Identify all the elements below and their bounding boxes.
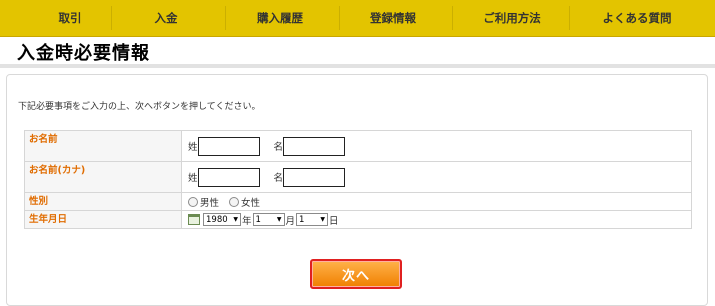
surname-input[interactable] [197, 136, 260, 156]
name-label: お名前 [24, 130, 182, 162]
female-radio[interactable] [229, 196, 240, 207]
kana-surname-input[interactable] [197, 167, 260, 187]
nav-divider [225, 6, 226, 30]
day-unit: 日 [329, 215, 339, 227]
nav-divider [452, 6, 453, 30]
table-row: 性別 男性 女性 [24, 192, 692, 211]
gender-option-male[interactable]: 男性 [188, 195, 219, 209]
entry-form-table: お名前 姓 名 お名前(カナ) 姓 名 性別 男性 女性 生年月日 1980 ▼… [24, 130, 692, 229]
top-navigation: 取引 入金 購入履歴 登録情報 ご利用方法 よくある質問 [0, 0, 715, 37]
nav-item-trade[interactable]: 取引 [42, 0, 98, 36]
year-unit: 年 [242, 215, 252, 227]
gender-option-female[interactable]: 女性 [229, 195, 260, 209]
surname-label: 姓 [188, 142, 198, 153]
instruction-text: 下記必要事項をご入力の上、次へボタンを押してください。 [18, 102, 261, 112]
nav-item-deposit[interactable]: 入金 [138, 0, 194, 36]
nav-item-how-to-use[interactable]: ご利用方法 [467, 0, 557, 36]
next-button[interactable]: 次へ [310, 259, 402, 289]
table-row: お名前 姓 名 [24, 130, 692, 162]
kana-name-label: お名前(カナ) [24, 161, 182, 193]
nav-item-registration-info[interactable]: 登録情報 [353, 0, 433, 36]
birth-month-select[interactable]: 1 ▼ [252, 213, 285, 226]
nav-item-faq[interactable]: よくある質問 [582, 0, 692, 36]
kana-surname-label: 姓 [188, 173, 198, 184]
male-radio[interactable] [188, 196, 198, 207]
month-unit: 月 [285, 215, 296, 227]
table-row: 生年月日 1980 ▼ 年 1 ▼ 月 1 ▼ 日 [24, 210, 692, 229]
nav-divider [111, 6, 112, 30]
title-divider [0, 64, 715, 68]
nav-item-purchase-history[interactable]: 購入履歴 [240, 0, 320, 36]
birth-year-select[interactable]: 1980 ▼ [203, 213, 241, 226]
calendar-icon[interactable] [188, 214, 200, 225]
gender-label: 性別 [24, 192, 182, 211]
kana-given-name-input[interactable] [283, 167, 346, 187]
table-row: お名前(カナ) 姓 名 [24, 161, 692, 193]
kana-given-name-label: 名 [273, 173, 284, 184]
given-name-input[interactable] [283, 136, 346, 156]
birthdate-label: 生年月日 [24, 210, 182, 229]
given-name-label: 名 [273, 142, 284, 153]
page-title: 入金時必要情報 [17, 43, 150, 64]
nav-divider [339, 6, 340, 30]
birth-day-select[interactable]: 1 ▼ [296, 213, 329, 226]
nav-divider [569, 6, 570, 30]
